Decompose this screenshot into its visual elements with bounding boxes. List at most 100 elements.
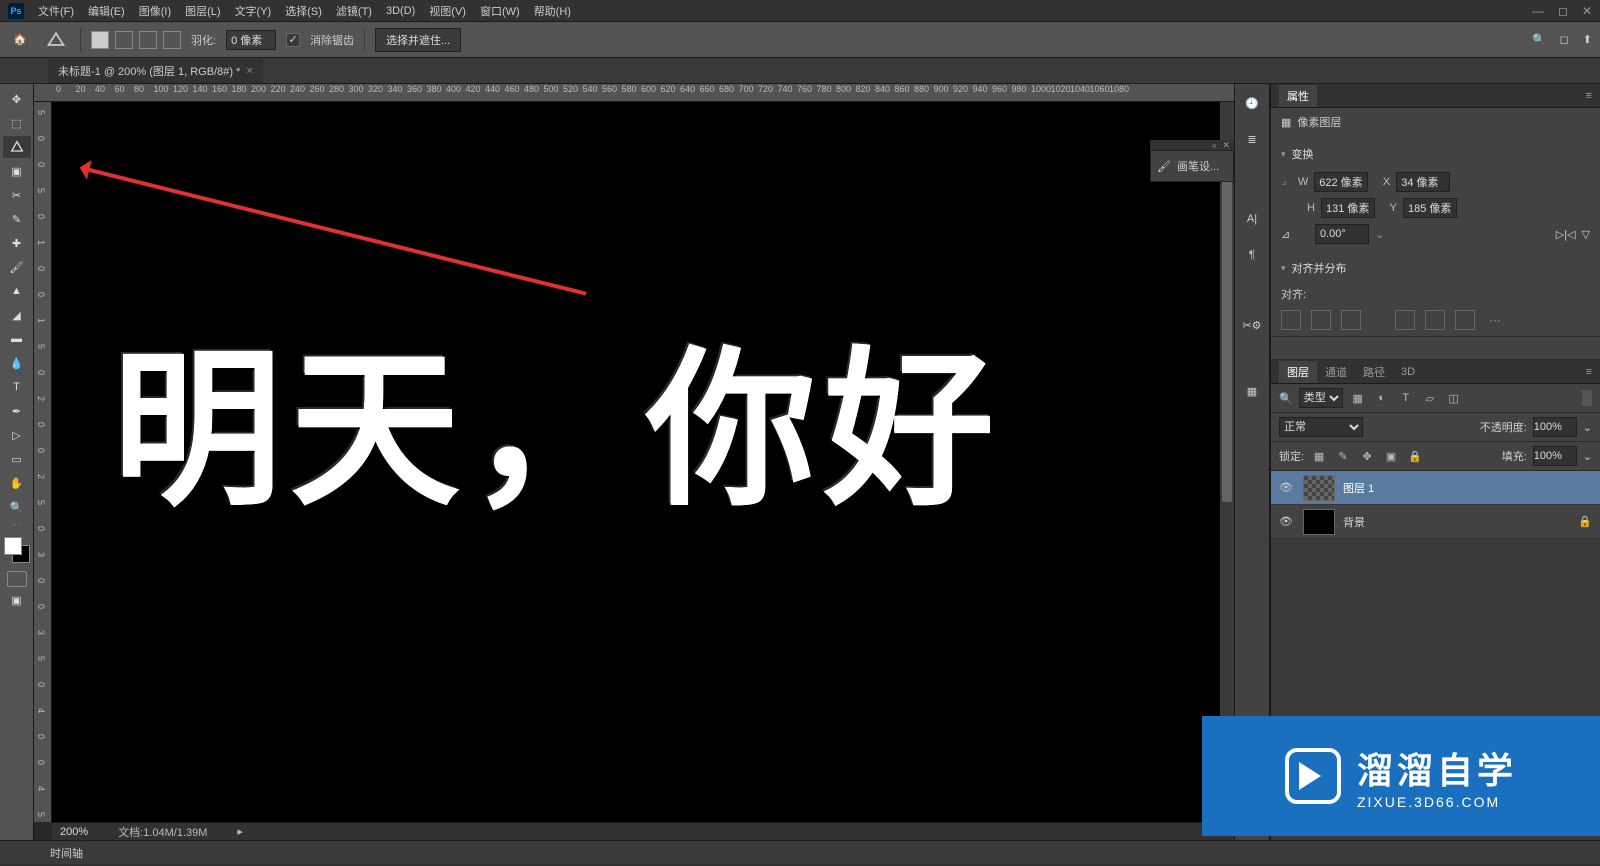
horizontal-ruler[interactable]: 0204060801001201401601802002202402602803… [34, 84, 1234, 102]
quick-mask-icon[interactable] [7, 571, 27, 587]
eyedropper-tool-icon[interactable]: ✎ [3, 208, 31, 230]
height-input[interactable] [1321, 198, 1375, 218]
visibility-icon[interactable]: 👁 [1279, 515, 1295, 528]
lock-all-icon[interactable]: 🔒 [1406, 447, 1424, 465]
zoom-tool-icon[interactable]: 🔍 [3, 496, 31, 518]
lock-move-icon[interactable]: ✥ [1358, 447, 1376, 465]
filter-search-icon[interactable]: 🔍 [1279, 392, 1293, 405]
layer-name[interactable]: 图层 1 [1343, 480, 1374, 496]
menu-view[interactable]: 视图(V) [429, 3, 466, 19]
feather-input[interactable] [226, 30, 276, 50]
properties-tab[interactable]: 属性 [1279, 85, 1317, 107]
lock-artboard-icon[interactable]: ▣ [1382, 447, 1400, 465]
layers-tab[interactable]: 图层 [1279, 361, 1317, 383]
add-selection-icon[interactable] [115, 31, 133, 49]
menu-help[interactable]: 帮助(H) [534, 3, 571, 19]
menu-image[interactable]: 图像(I) [139, 3, 171, 19]
transform-section[interactable]: 变换 [1271, 142, 1600, 166]
align-bottom-icon[interactable] [1455, 310, 1475, 330]
layer-name[interactable]: 背景 [1343, 514, 1365, 530]
paragraph-icon[interactable]: ¶ [1241, 244, 1263, 266]
type-tool-icon[interactable]: T [3, 376, 31, 398]
panel-menu-icon[interactable]: ≡ [1586, 90, 1592, 102]
swatches-panel-icon[interactable]: ▦ [1241, 380, 1263, 402]
panel-close-icon[interactable]: ✕ [1222, 140, 1230, 151]
flip-h-icon[interactable]: ▷|◁ [1556, 228, 1576, 241]
brush-tool-icon[interactable]: 🖌 [3, 256, 31, 278]
new-selection-icon[interactable] [91, 31, 109, 49]
gradient-tool-icon[interactable]: ▬ [3, 328, 31, 350]
align-top-icon[interactable] [1395, 310, 1415, 330]
scrollbar-thumb[interactable] [1222, 142, 1232, 502]
character-icon[interactable]: A| [1241, 208, 1263, 230]
lock-position-icon[interactable]: ✎ [1334, 447, 1352, 465]
tab-close-icon[interactable]: × [246, 65, 252, 77]
menu-window[interactable]: 窗口(W) [480, 3, 520, 19]
pen-tool-icon[interactable]: ✒ [3, 400, 31, 422]
lasso-tool-icon[interactable] [3, 136, 31, 158]
filter-toggle[interactable] [1582, 390, 1592, 406]
align-right-icon[interactable] [1341, 310, 1361, 330]
layer-thumbnail[interactable] [1303, 475, 1335, 501]
timeline-label[interactable]: 时间轴 [50, 845, 83, 861]
opacity-chev-icon[interactable]: ⌄ [1583, 421, 1592, 434]
tool-preset-icon[interactable] [42, 28, 70, 52]
crop-tool-icon[interactable]: ✂ [3, 184, 31, 206]
healing-tool-icon[interactable]: ✚ [3, 232, 31, 254]
layer-thumbnail[interactable] [1303, 509, 1335, 535]
menu-file[interactable]: 文件(F) [38, 3, 74, 19]
brush-settings-panel[interactable]: 🖌 画笔设... [1150, 150, 1234, 182]
channels-tab[interactable]: 通道 [1317, 361, 1355, 383]
libraries-icon[interactable]: ✂⚙ [1241, 314, 1263, 336]
width-input[interactable] [1314, 172, 1368, 192]
lock-icon[interactable]: 🔒 [1578, 515, 1592, 528]
filter-type-icon[interactable]: T [1397, 389, 1415, 407]
paths-tab[interactable]: 路径 [1355, 361, 1393, 383]
align-more-icon[interactable]: ⋯ [1485, 310, 1505, 330]
y-input[interactable] [1403, 198, 1457, 218]
move-tool-icon[interactable]: ✥ [3, 88, 31, 110]
eraser-tool-icon[interactable]: ◢ [3, 304, 31, 326]
flip-v-icon[interactable]: ▽ [1582, 228, 1590, 241]
lock-pixels-icon[interactable]: ▦ [1310, 447, 1328, 465]
align-center-h-icon[interactable] [1311, 310, 1331, 330]
zoom-level[interactable]: 200% [60, 826, 88, 838]
vertical-scrollbar[interactable] [1220, 102, 1234, 822]
blend-mode-select[interactable]: 正常 [1279, 417, 1363, 437]
visibility-icon[interactable]: 👁 [1279, 481, 1295, 494]
hand-tool-icon[interactable]: ✋ [3, 472, 31, 494]
workspace-icon[interactable]: ◻ [1560, 33, 1569, 46]
maximize-icon[interactable]: ◻ [1558, 4, 1568, 18]
link-icon[interactable]: ⟓ [1281, 176, 1286, 189]
menu-type[interactable]: 文字(Y) [235, 3, 272, 19]
menu-filter[interactable]: 滤镜(T) [336, 3, 372, 19]
rectangle-tool-icon[interactable]: ▭ [3, 448, 31, 470]
angle-input[interactable] [1315, 224, 1369, 244]
menu-3d[interactable]: 3D(D) [386, 5, 415, 17]
menu-layer[interactable]: 图层(L) [185, 3, 220, 19]
menu-select[interactable]: 选择(S) [285, 3, 322, 19]
home-icon[interactable]: 🏠 [8, 28, 32, 52]
blur-tool-icon[interactable]: 💧 [3, 352, 31, 374]
collapse-icon[interactable]: « [1212, 141, 1216, 150]
align-section[interactable]: 对齐并分布 [1271, 256, 1600, 280]
align-left-icon[interactable] [1281, 310, 1301, 330]
vertical-ruler[interactable]: 5005010015020025030035040045 [34, 102, 52, 822]
fill-chev-icon[interactable]: ⌄ [1583, 450, 1592, 463]
layer-row[interactable]: 👁 背景 🔒 [1271, 505, 1600, 539]
fill-input[interactable] [1533, 446, 1577, 466]
canvas[interactable]: 明天，你好 [52, 102, 1220, 822]
intersect-selection-icon[interactable] [163, 31, 181, 49]
fg-color-swatch[interactable] [4, 537, 22, 555]
filter-type-select[interactable]: 类型 [1299, 388, 1343, 408]
close-icon[interactable]: ✕ [1582, 4, 1592, 18]
actions-icon[interactable]: ≣ [1241, 128, 1263, 150]
angle-dropdown-icon[interactable]: ⌄ [1375, 228, 1384, 241]
layer-row[interactable]: 👁 图层 1 [1271, 471, 1600, 505]
status-play-icon[interactable]: ▸ [237, 825, 243, 838]
menu-edit[interactable]: 编辑(E) [88, 3, 125, 19]
layers-menu-icon[interactable]: ≡ [1586, 366, 1592, 378]
marquee-tool-icon[interactable]: ⬚ [3, 112, 31, 134]
3d-tab[interactable]: 3D [1393, 363, 1423, 381]
edit-toolbar-icon[interactable]: ⋯ [11, 520, 23, 531]
